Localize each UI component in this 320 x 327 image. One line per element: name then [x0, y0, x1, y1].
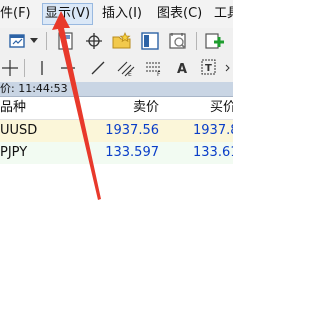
channel-icon[interactable]: E — [116, 58, 136, 78]
text-icon[interactable]: A — [172, 58, 192, 78]
screen: 件(F) 显示(V) 插入(I) 图表(C) 工具 — [0, 0, 233, 327]
table-row[interactable]: PJPY 133.597 133.61 — [0, 142, 233, 164]
fibonacci-icon[interactable]: F — [144, 58, 164, 78]
row-ask: 133.61 — [193, 145, 233, 160]
row-bid: 1937.56 — [105, 123, 159, 138]
horizontal-line-icon[interactable] — [58, 58, 78, 78]
table-row[interactable]: UUSD 1937.56 1937.8 — [0, 120, 233, 142]
row-bid: 133.597 — [105, 145, 159, 160]
row-ask: 1937.8 — [193, 123, 233, 138]
menu-tools[interactable]: 工具 — [214, 4, 233, 24]
crosshair-icon[interactable] — [84, 31, 104, 51]
navigator-icon[interactable] — [168, 31, 188, 51]
row-symbol: UUSD — [0, 123, 38, 138]
line-studies-toolbar: E F A T — [0, 55, 233, 83]
svg-text:T: T — [205, 63, 212, 74]
market-watch-title: 价: 11:44:53 — [0, 82, 233, 97]
menu-view[interactable]: 显示(V) — [42, 3, 94, 25]
cursor-cross-icon[interactable] — [0, 58, 20, 78]
trendline-icon[interactable] — [88, 58, 108, 78]
menu-charts[interactable]: 图表(C) — [157, 4, 202, 24]
data-window-icon[interactable] — [140, 31, 160, 51]
folder-star-icon[interactable] — [112, 31, 132, 51]
more-icon[interactable] — [222, 58, 233, 78]
text-label-icon[interactable]: T — [199, 58, 219, 78]
profiles-icon[interactable] — [56, 31, 76, 51]
new-order-icon[interactable] — [205, 31, 225, 51]
dropdown-icon[interactable] — [28, 31, 40, 51]
row-symbol: PJPY — [0, 145, 28, 160]
column-bid[interactable]: 卖价 — [133, 97, 159, 119]
menu-insert[interactable]: 插入(I) — [102, 4, 142, 24]
menu-bar: 件(F) 显示(V) 插入(I) 图表(C) 工具 — [0, 0, 233, 29]
market-watch-time: 价: 11:44:53 — [0, 82, 68, 95]
column-ask[interactable]: 买价 — [210, 97, 233, 119]
vertical-line-icon[interactable] — [32, 58, 52, 78]
standard-toolbar — [0, 28, 233, 56]
column-symbol[interactable]: 品种 — [0, 97, 26, 119]
svg-text:F: F — [157, 71, 161, 77]
menu-file[interactable]: 件(F) — [0, 4, 31, 24]
svg-text:A: A — [177, 62, 187, 76]
svg-text:E: E — [128, 71, 132, 77]
new-chart-icon[interactable] — [8, 31, 28, 51]
market-watch-columns: 品种 卖价 买价 — [0, 97, 233, 120]
